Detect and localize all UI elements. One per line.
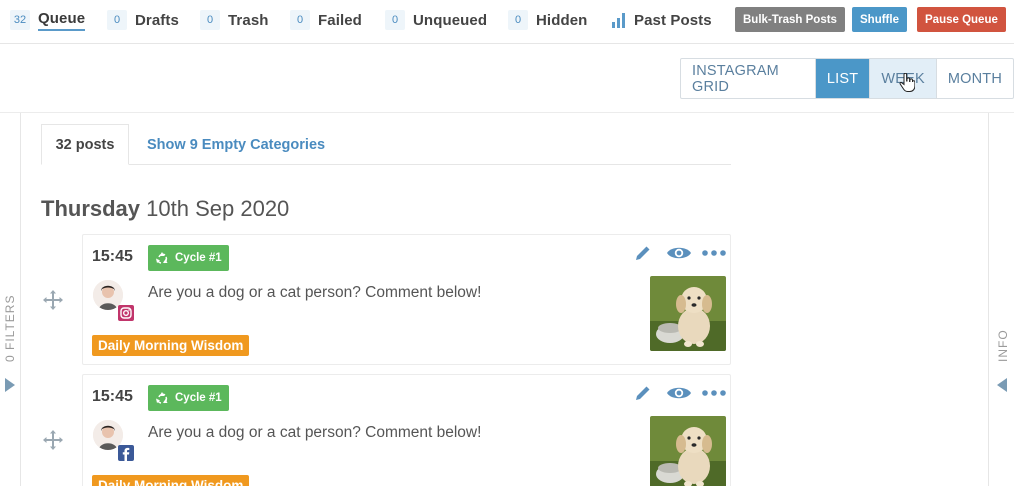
eye-icon[interactable] [666,243,692,263]
cycle-label: Cycle #1 [175,252,222,264]
more-options-icon[interactable] [701,383,727,403]
posts-count-tab[interactable]: 32 posts [41,124,129,165]
recycle-icon [156,392,168,404]
pencil-icon[interactable] [633,243,653,263]
date-weekday: Thursday [41,196,141,221]
category-badge[interactable]: Daily Morning Wisdom [92,475,250,486]
eye-icon[interactable] [666,383,692,403]
trash-count: 0 [200,10,220,30]
filters-rail-label: 0 FILTERS [3,294,17,362]
view-switcher: INSTAGRAM GRID LIST WEEK MONTH [680,58,1014,99]
info-rail-label: INFO [996,329,1010,362]
tab-trash[interactable]: 0 Trash [200,0,269,40]
hand-cursor-icon [899,73,915,92]
post-card[interactable]: 15:45 Cycle #1 Are you a dog or a cat pe… [82,234,731,365]
tab-queue[interactable]: 32 Queue [10,0,86,40]
cycle-badge: Cycle #1 [148,385,229,411]
date-heading: Thursday 10th Sep 2020 [41,196,289,222]
category-badge[interactable]: Daily Morning Wisdom [92,335,250,356]
tab-unqueued-label: Unqueued [413,11,488,29]
tab-failed[interactable]: 0 Failed [290,0,362,40]
recycle-icon [156,252,168,264]
post-image[interactable] [650,276,726,351]
view-instagram-grid[interactable]: INSTAGRAM GRID [681,59,816,98]
expand-left-icon[interactable] [997,378,1007,392]
bar-chart-icon [612,12,625,28]
unqueued-count: 0 [385,10,405,30]
date-rest: 10th Sep 2020 [146,196,290,221]
queue-tabs-bar: 32 Queue 0 Drafts 0 Trash 0 Failed 0 Unq… [0,0,1014,44]
tab-hidden[interactable]: 0 Hidden [508,0,587,40]
failed-count: 0 [290,10,310,30]
hidden-count: 0 [508,10,528,30]
post-image[interactable] [650,416,726,486]
post-card[interactable]: 15:45 Cycle #1 Are you a dog or a cat pe… [82,374,731,486]
info-rail[interactable] [988,113,1014,486]
pause-queue-button[interactable]: Pause Queue [917,7,1006,32]
queue-count: 32 [10,10,30,30]
more-options-icon[interactable] [701,243,727,263]
facebook-icon [118,445,134,461]
view-month[interactable]: MONTH [937,59,1013,98]
expand-right-icon[interactable] [5,378,15,392]
tab-queue-label: Queue [38,10,86,31]
drafts-count: 0 [107,10,127,30]
instagram-icon [118,305,134,321]
view-list[interactable]: LIST [815,59,871,98]
show-empty-categories-link[interactable]: Show 9 Empty Categories [147,124,325,165]
post-time: 15:45 [92,248,133,265]
tab-drafts[interactable]: 0 Drafts [107,0,179,40]
post-actions [633,383,729,405]
post-actions [633,243,729,265]
post-time: 15:45 [92,388,133,405]
content-tabs: 32 posts Show 9 Empty Categories [41,124,731,165]
cycle-badge: Cycle #1 [148,245,229,271]
tab-hidden-label: Hidden [536,11,588,29]
bulk-trash-button[interactable]: Bulk-Trash Posts [735,7,845,32]
header-divider [0,112,1014,113]
tab-past-posts-label: Past Posts [634,11,712,29]
drag-handle-icon[interactable] [41,288,65,312]
pencil-icon[interactable] [633,383,653,403]
shuffle-button[interactable]: Shuffle [852,7,907,32]
post-caption: Are you a dog or a cat person? Comment b… [148,284,482,301]
drag-handle-icon[interactable] [41,428,65,452]
tab-failed-label: Failed [318,11,362,29]
tab-past-posts[interactable]: Past Posts [612,0,712,40]
tab-unqueued[interactable]: 0 Unqueued [385,0,487,40]
tab-trash-label: Trash [228,11,269,29]
tab-drafts-label: Drafts [135,11,179,29]
cycle-label: Cycle #1 [175,392,222,404]
post-caption: Are you a dog or a cat person? Comment b… [148,424,482,441]
